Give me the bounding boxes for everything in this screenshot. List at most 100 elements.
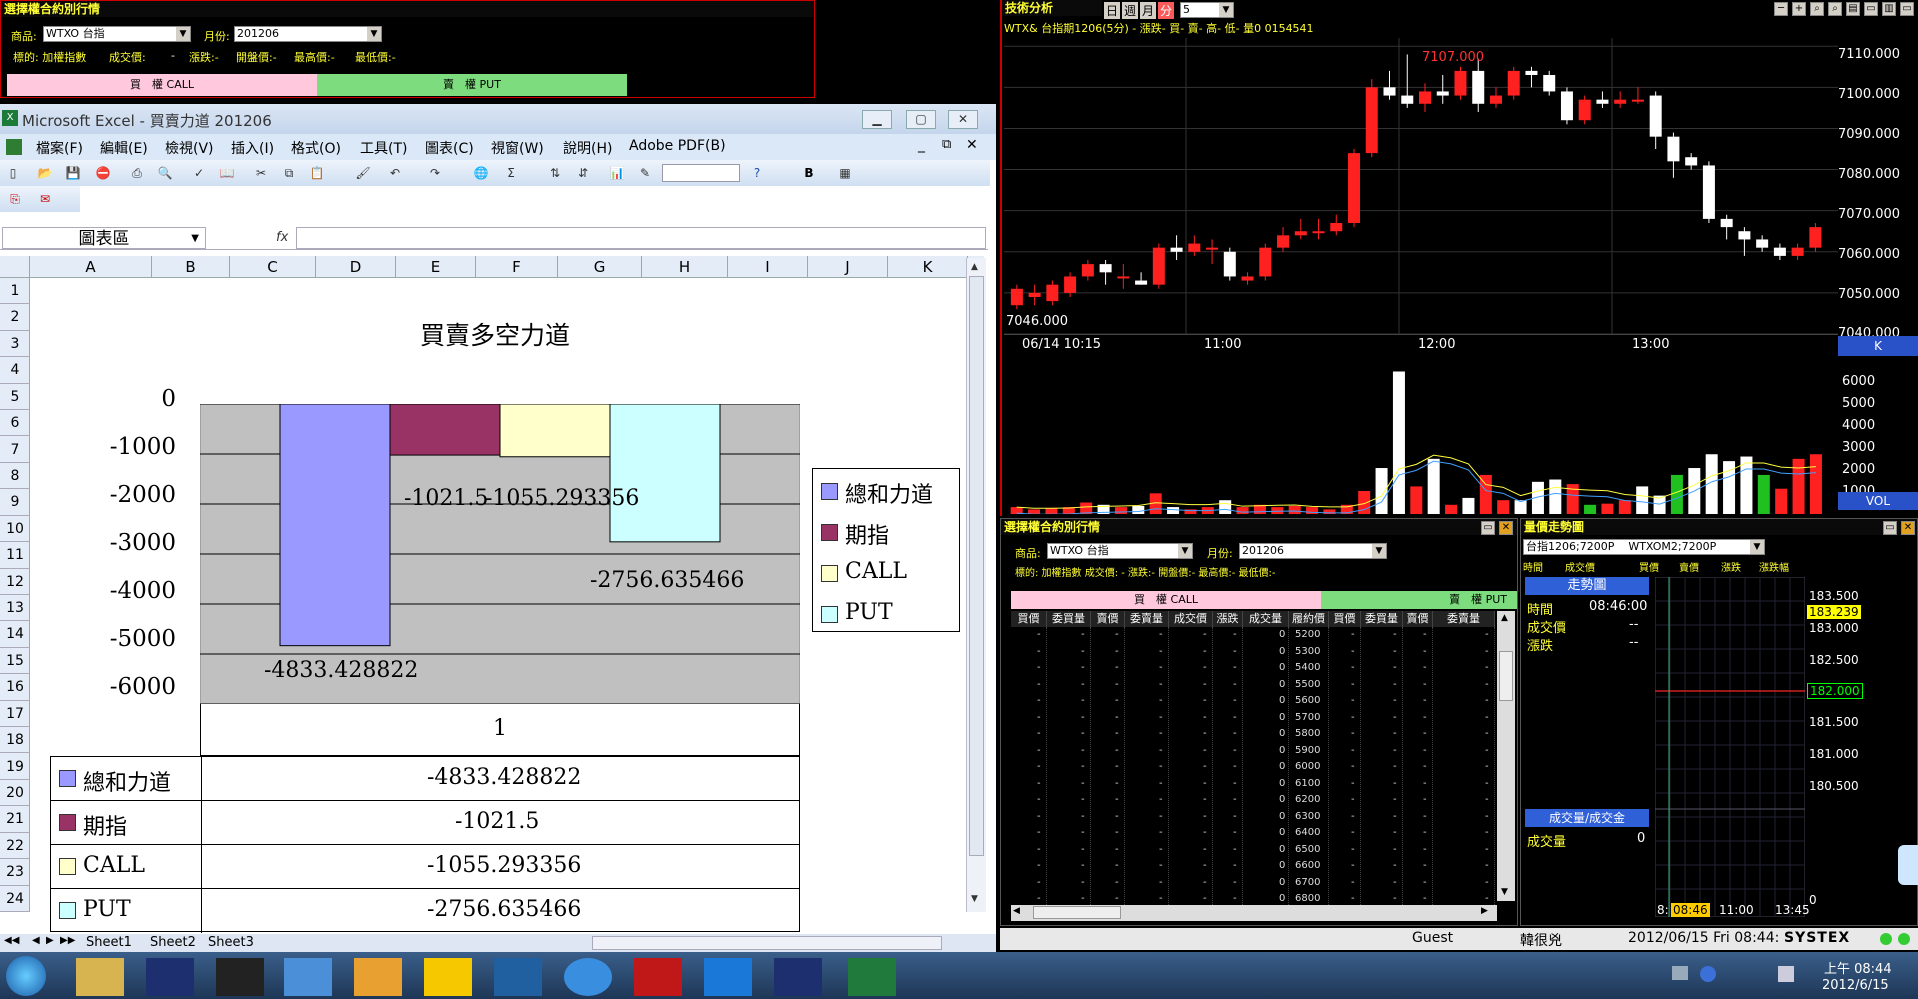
bold-button[interactable]: B: [800, 164, 818, 182]
doc-restore-button[interactable]: ⧉: [942, 137, 951, 152]
permission-icon[interactable]: ⛔: [94, 164, 112, 182]
row-header[interactable]: 8: [0, 463, 30, 490]
sheet-tab-2[interactable]: Sheet2: [150, 935, 196, 950]
column-header[interactable]: H: [642, 256, 728, 278]
volume-chart[interactable]: [1004, 360, 1838, 514]
scroll-up-icon[interactable]: ▲: [971, 262, 978, 272]
row-header[interactable]: 18: [0, 727, 30, 754]
row-header[interactable]: 15: [0, 648, 30, 675]
taskbar-monitor-icon[interactable]: [494, 958, 542, 996]
strike-price[interactable]: 6600: [1295, 860, 1320, 871]
sort-asc-icon[interactable]: ⇅: [546, 164, 564, 182]
clock-time[interactable]: 上午 08:44: [1824, 958, 1892, 977]
row-header[interactable]: 24: [0, 886, 30, 912]
sheet-tab-3[interactable]: Sheet3: [208, 935, 254, 950]
tray-volume-icon[interactable]: [1778, 966, 1794, 982]
menu-chart[interactable]: 圖表(C): [425, 138, 474, 158]
strike-price[interactable]: 6700: [1295, 877, 1320, 888]
row-header[interactable]: 22: [0, 833, 30, 860]
scroll-thumb[interactable]: [1499, 651, 1513, 701]
strike-price[interactable]: 5200: [1295, 629, 1320, 640]
chart-wizard-icon[interactable]: 📊: [608, 164, 626, 182]
tech-tool-icon-3[interactable]: ⌕: [1810, 2, 1824, 16]
column-header[interactable]: K: [888, 256, 968, 278]
hyperlink-icon[interactable]: 🌐: [472, 164, 490, 182]
pdf-convert-icon[interactable]: ⎘: [6, 190, 24, 208]
column-header[interactable]: G: [558, 256, 642, 278]
scroll-down-icon[interactable]: ▼: [971, 894, 978, 904]
column-header[interactable]: A: [30, 256, 152, 278]
grid-column-header[interactable]: 買價: [1329, 611, 1361, 627]
taskbar-explorer-icon[interactable]: [76, 958, 124, 996]
tech-tool-icon-2[interactable]: +: [1792, 2, 1806, 16]
tray-network-icon[interactable]: [1672, 966, 1688, 980]
scroll-down-icon[interactable]: ▼: [1501, 887, 1508, 897]
help-icon[interactable]: ?: [748, 164, 766, 182]
strike-price[interactable]: 6800: [1295, 893, 1320, 904]
first-sheet-icon[interactable]: ◀◀: [4, 935, 19, 946]
menu-tools[interactable]: 工具(T): [360, 138, 407, 158]
taskbar-concord2-icon[interactable]: [774, 958, 822, 996]
menu-file[interactable]: 檔案(F): [36, 138, 83, 158]
sheet-tab-1[interactable]: Sheet1: [86, 935, 132, 950]
cut-icon[interactable]: ✂: [252, 164, 270, 182]
trend-close-button[interactable]: ✕: [1901, 521, 1915, 535]
grid-column-header[interactable]: 賣價: [1403, 611, 1433, 627]
strike-price[interactable]: 5800: [1295, 728, 1320, 739]
strike-price[interactable]: 6100: [1295, 778, 1320, 789]
last-sheet-icon[interactable]: ▶▶: [60, 935, 75, 946]
maximize-button[interactable]: ▢: [906, 110, 936, 129]
grid-column-header[interactable]: 履約價: [1289, 611, 1329, 627]
select-all-cell[interactable]: [0, 256, 30, 278]
tech-tool-icon-6[interactable]: ▭: [1864, 2, 1878, 16]
minimize-button[interactable]: ▁: [862, 110, 892, 129]
side-handle[interactable]: [1898, 845, 1918, 885]
row-header[interactable]: 1: [0, 278, 30, 305]
row-header[interactable]: 19: [0, 754, 30, 780]
row-header[interactable]: 21: [0, 806, 30, 833]
grid-horizontal-scrollbar[interactable]: ◀ ▶: [1011, 905, 1497, 921]
start-button[interactable]: [6, 956, 46, 996]
trend-chart-tab[interactable]: 走勢圖: [1525, 577, 1649, 595]
taskbar-ie-icon[interactable]: [564, 958, 612, 996]
strike-price[interactable]: 5700: [1295, 712, 1320, 723]
row-header[interactable]: 16: [0, 674, 30, 701]
strike-price[interactable]: 5300: [1295, 646, 1320, 657]
menu-adobe-pdf[interactable]: Adobe PDF(B): [629, 138, 726, 154]
taskbar-app-icon[interactable]: [216, 958, 264, 996]
spelling-icon[interactable]: ✓: [190, 164, 208, 182]
bottom-quote-product-select[interactable]: WTXO 台指 ▼: [1047, 543, 1193, 559]
menu-format[interactable]: 格式(O): [291, 138, 341, 158]
pdf-mail-icon[interactable]: ✉: [36, 190, 54, 208]
doc-close-button[interactable]: ✕: [966, 137, 978, 153]
grid-column-header[interactable]: 委買量: [1047, 611, 1091, 627]
taskbar-concord-icon[interactable]: [146, 958, 194, 996]
grid-vertical-scrollbar[interactable]: ▲ ▼: [1497, 611, 1515, 901]
strike-price[interactable]: 6300: [1295, 811, 1320, 822]
column-header[interactable]: I: [728, 256, 808, 278]
period-day[interactable]: 日: [1104, 2, 1121, 19]
period-week[interactable]: 週: [1122, 2, 1139, 19]
interval-select[interactable]: 5 ▼: [1180, 2, 1234, 18]
copy-icon[interactable]: ⧉: [280, 164, 298, 182]
clock-date[interactable]: 2012/6/15: [1822, 978, 1889, 993]
row-header[interactable]: 17: [0, 701, 30, 728]
row-header[interactable]: 3: [0, 331, 30, 358]
data-table-icon[interactable]: ▦: [836, 164, 854, 182]
period-month[interactable]: 月: [1140, 2, 1157, 19]
row-header[interactable]: 2: [0, 304, 30, 331]
bottom-quote-restore-button[interactable]: ▭: [1481, 521, 1495, 535]
formula-input[interactable]: [296, 227, 986, 249]
top-quote-month-select[interactable]: 201206 ▼: [234, 26, 382, 42]
prev-sheet-icon[interactable]: ◀: [32, 935, 40, 946]
autosum-icon[interactable]: Σ: [502, 164, 520, 182]
column-header[interactable]: J: [808, 256, 888, 278]
strike-price[interactable]: 6200: [1295, 794, 1320, 805]
tech-tool-icon-7[interactable]: ▥: [1882, 2, 1896, 16]
menu-view[interactable]: 檢視(V): [165, 138, 214, 158]
sort-desc-icon[interactable]: ⇵: [574, 164, 592, 182]
candlestick-chart[interactable]: [1004, 38, 1838, 334]
print-icon[interactable]: ⎙: [128, 164, 146, 182]
zoom-select[interactable]: [662, 164, 740, 182]
undo-icon[interactable]: ↶: [386, 164, 404, 182]
